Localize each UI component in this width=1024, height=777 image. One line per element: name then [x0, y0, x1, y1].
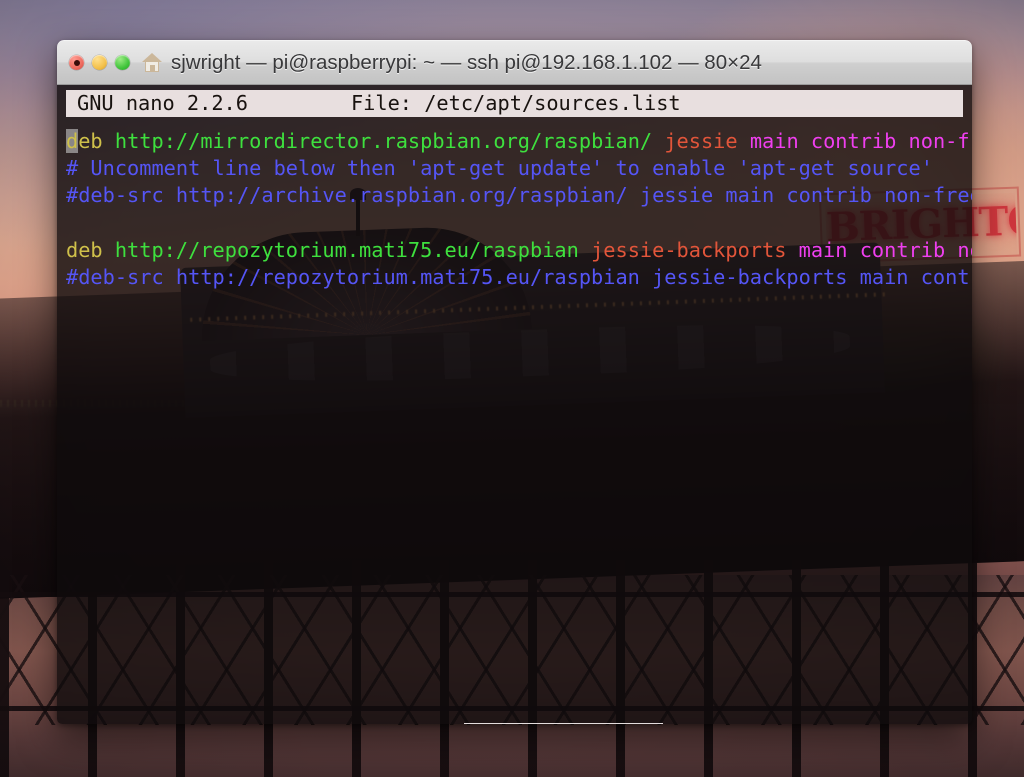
editor-line[interactable]: #deb-src http://repozytorium.mati75.eu/r…: [66, 264, 972, 291]
editor-text-span: main contrib non-fr: [798, 237, 972, 262]
editor-text-span: jessie: [664, 129, 750, 153]
editor-line[interactable]: #deb-src http://archive.raspbian.org/ras…: [66, 182, 972, 209]
editor-text-span: http://repozytorium.mati75.eu/raspbian: [114, 237, 592, 262]
editor-text-span: http://mirrordirector.raspbian.org/raspb…: [114, 129, 665, 153]
editor-text-span: #deb-src http://repozytorium.mati75.eu/r…: [66, 264, 972, 289]
editor-text-span: jessie-backports: [591, 237, 799, 262]
close-button[interactable]: [69, 55, 84, 70]
desktop-wallpaper: BRIGHTON PIER sjwright — pi@raspberrypi:…: [0, 0, 1024, 777]
editor-text-span: eb: [78, 129, 115, 153]
home-icon-door: [150, 65, 155, 72]
home-icon[interactable]: [142, 53, 162, 72]
nano-status-message: [ Read 6 lines ]: [57, 696, 972, 724]
nano-version: GNU nano 2.2.6: [77, 90, 248, 115]
nano-shortcut-bar[interactable]: ^G Get Help ^O WriteOut ^R Read File ^Y …: [66, 722, 963, 724]
nano-editor-area[interactable]: deb http://mirrordirector.raspbian.org/r…: [66, 128, 972, 291]
editor-line[interactable]: [66, 210, 972, 237]
minimize-button[interactable]: [92, 55, 107, 70]
editor-text-span: [66, 211, 78, 235]
editor-text-span: main contrib non-free r: [749, 129, 972, 153]
editor-line[interactable]: # Uncomment line below then 'apt-get upd…: [66, 155, 972, 182]
terminal-window[interactable]: sjwright — pi@raspberrypi: ~ — ssh pi@19…: [57, 40, 972, 724]
editor-text-span: deb: [66, 237, 115, 262]
editor-line[interactable]: deb http://repozytorium.mati75.eu/raspbi…: [66, 237, 972, 264]
editor-line[interactable]: deb http://mirrordirector.raspbian.org/r…: [66, 128, 972, 155]
window-title-bar[interactable]: sjwright — pi@raspberrypi: ~ — ssh pi@19…: [57, 40, 972, 85]
editor-text-span: #deb-src http://archive.raspbian.org/ras…: [66, 183, 972, 208]
terminal-body[interactable]: GNU nano 2.2.6 File: /etc/apt/sources.li…: [57, 85, 972, 724]
zoom-button[interactable]: [115, 55, 130, 70]
editor-text-span: # Uncomment line below then 'apt-get upd…: [66, 156, 933, 181]
cursor-block: d: [66, 129, 79, 153]
nano-header-bar: GNU nano 2.2.6 File: /etc/apt/sources.li…: [66, 90, 963, 117]
window-title: sjwright — pi@raspberrypi: ~ — ssh pi@19…: [171, 50, 762, 74]
window-controls: [57, 55, 130, 70]
nano-filename: File: /etc/apt/sources.list: [350, 90, 681, 115]
